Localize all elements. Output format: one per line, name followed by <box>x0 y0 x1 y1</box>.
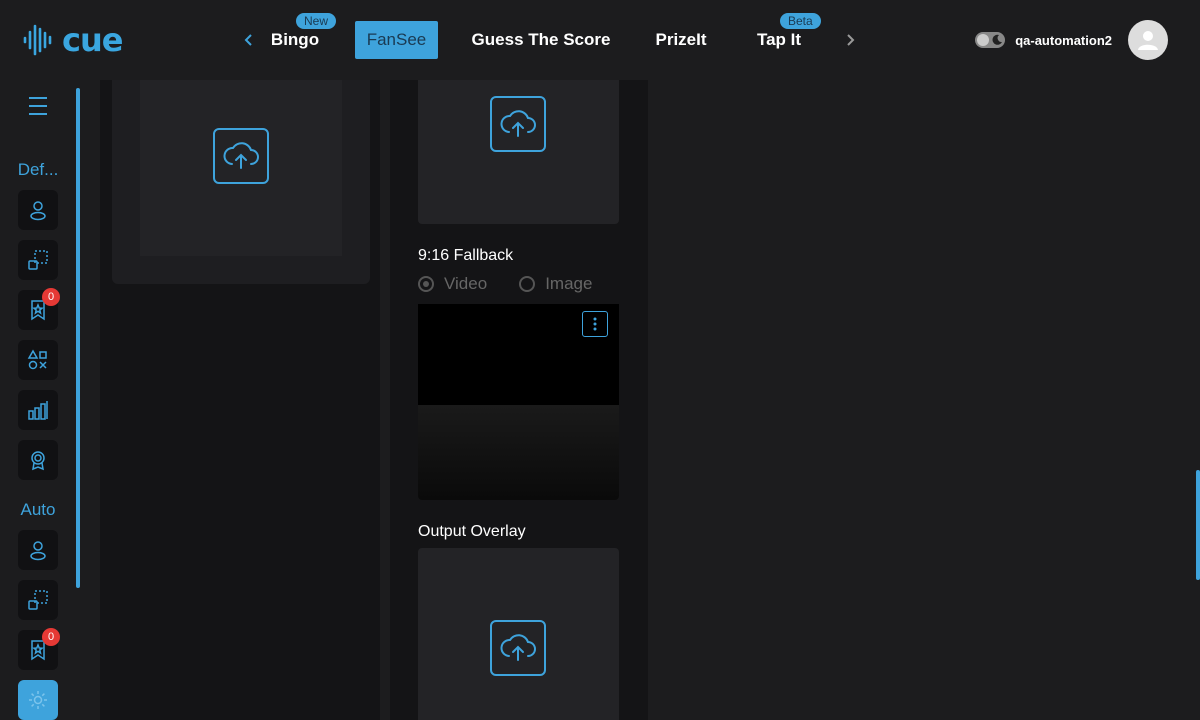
chevron-right-icon <box>847 34 855 46</box>
tab-bingo[interactable]: Bingo New <box>268 13 337 59</box>
layout-icon <box>28 590 48 610</box>
upload-button[interactable] <box>490 96 546 152</box>
sidebar-item-user-auto[interactable] <box>18 530 58 570</box>
user-avatar-icon <box>1138 31 1158 50</box>
sidebar-item-shapes[interactable] <box>18 340 58 380</box>
video-preview[interactable] <box>418 304 619 500</box>
cloud-upload-icon <box>500 110 536 137</box>
tab-guess-the-score[interactable]: Guess The Score <box>470 21 612 59</box>
tab-label: Tap It <box>756 30 802 49</box>
tab-fansee[interactable]: FanSee <box>355 21 438 59</box>
app-logo[interactable]: cue <box>22 21 123 59</box>
theme-toggle[interactable] <box>975 32 1006 48</box>
upload-button[interactable] <box>213 128 269 184</box>
cloud-upload-icon <box>500 634 536 661</box>
sidebar-item-user[interactable] <box>18 190 58 230</box>
sidebar: Def... 0 Auto 0 <box>0 80 80 720</box>
sidebar-item-awards[interactable] <box>18 440 58 480</box>
radio-circle <box>519 276 536 292</box>
waveform-icon <box>23 24 52 56</box>
overlay-section-title: Output Overlay <box>418 523 526 540</box>
gear-icon <box>29 691 47 709</box>
page-scrollbar[interactable] <box>1196 470 1200 580</box>
user-icon <box>30 541 46 561</box>
radio-label: Image <box>545 274 593 293</box>
radio-image[interactable]: Image <box>519 274 592 294</box>
username: qa-automation2 <box>1015 32 1112 48</box>
logo-text: cue <box>62 21 123 59</box>
sidebar-item-rewards-auto[interactable]: 0 <box>18 628 60 670</box>
media-type-radio-group: Video Image <box>418 274 592 294</box>
radio-video[interactable]: Video <box>418 274 487 294</box>
layout-icon <box>28 250 48 270</box>
sidebar-item-layout[interactable] <box>18 240 58 280</box>
cloud-upload-icon <box>223 142 259 169</box>
toggle-knob <box>977 34 990 46</box>
top-bar: cue Bingo New FanSee Guess The Score Pri… <box>0 0 1200 80</box>
bar-chart-icon <box>28 401 48 420</box>
hamburger-menu-button[interactable] <box>26 94 50 118</box>
tab-label: Guess The Score <box>471 30 611 49</box>
fallback-section-title: 9:16 Fallback <box>418 247 514 264</box>
user-icon <box>30 201 46 221</box>
menu-icon <box>29 97 47 115</box>
count-badge: 0 <box>42 628 60 646</box>
sidebar-scrollbar[interactable] <box>76 88 80 588</box>
nav-prev-button[interactable] <box>237 28 261 52</box>
tab-label: FanSee <box>366 30 427 49</box>
sidebar-group-default: Def... <box>17 160 59 179</box>
tab-tap-it[interactable]: Tap It Beta <box>752 13 821 59</box>
avatar[interactable] <box>1128 20 1168 60</box>
count-badge: 0 <box>42 288 60 306</box>
radio-label: Video <box>444 274 488 293</box>
chevron-left-icon <box>244 34 252 46</box>
tab-prizeit[interactable]: PrizeIt <box>650 21 712 59</box>
upload-button[interactable] <box>490 620 546 676</box>
sidebar-item-rewards[interactable]: 0 <box>18 288 60 330</box>
sidebar-item-analytics[interactable] <box>18 390 58 430</box>
tab-label: PrizeIt <box>655 30 707 49</box>
sidebar-group-auto: Auto <box>20 500 56 519</box>
nav-next-button[interactable] <box>838 28 862 52</box>
new-badge: New <box>296 13 337 29</box>
user-area: qa-automation2 <box>975 20 1168 60</box>
sidebar-item-settings-auto[interactable] <box>18 680 58 720</box>
kebab-menu-icon <box>593 317 597 331</box>
shapes-icon <box>27 349 47 370</box>
sidebar-item-layout-auto[interactable] <box>18 580 58 620</box>
more-options-button[interactable] <box>582 311 608 337</box>
award-icon <box>31 451 45 471</box>
tab-label: Bingo <box>270 30 320 49</box>
radio-circle <box>418 276 434 292</box>
beta-badge: Beta <box>780 13 821 29</box>
moon-icon <box>992 34 1003 45</box>
